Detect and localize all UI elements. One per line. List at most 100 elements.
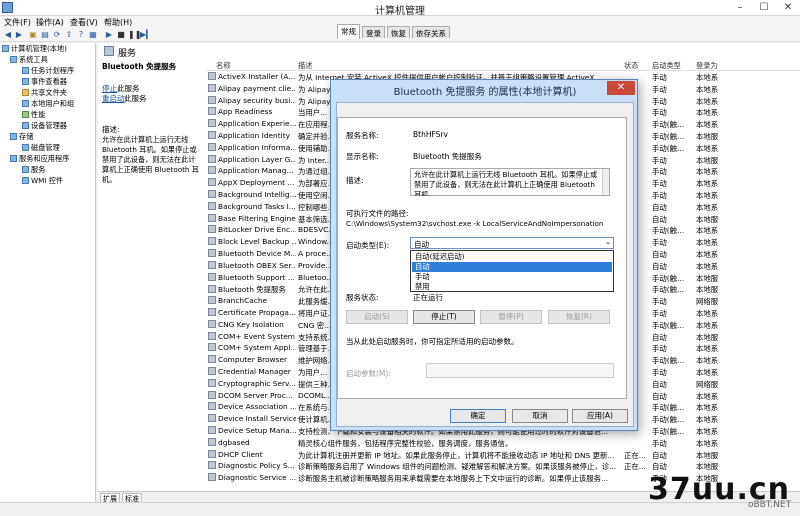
tree-item-disk-management[interactable]: 磁盘管理 xyxy=(22,143,60,153)
service-name: Application Layer G... xyxy=(208,155,296,164)
menu-help[interactable]: 帮助(H) xyxy=(104,17,132,28)
column-description[interactable]: 描述 xyxy=(298,61,312,71)
device-manager-icon xyxy=(22,122,29,129)
page-title: 服务 xyxy=(118,49,137,59)
ok-button[interactable]: 确定 xyxy=(450,409,506,423)
service-name: Background Tasks I... xyxy=(208,202,296,211)
tree-label: 设备管理器 xyxy=(31,121,67,130)
service-startup-type: 手动(触... xyxy=(652,427,685,436)
users-icon xyxy=(22,100,29,107)
service-startup-type: 手动 xyxy=(652,155,667,165)
service-logon-as: 本地系 xyxy=(696,226,719,236)
service-name: ActiveX Installer (A... xyxy=(208,72,296,81)
restart-service-link[interactable]: 重启动 xyxy=(102,93,125,104)
close-window-button[interactable]: ✕ xyxy=(776,0,800,16)
tree-item-wmi[interactable]: WMI 控件 xyxy=(22,176,63,186)
startup-option-manual[interactable]: 手动 xyxy=(412,272,612,282)
tree-item-performance[interactable]: 性能 xyxy=(22,110,45,120)
startup-type-select[interactable]: 自动 ⌄ xyxy=(410,237,614,249)
help-icon[interactable]: ? xyxy=(76,30,86,40)
tree-label: 任务计划程序 xyxy=(31,66,75,75)
service-name: Block Level Backup ... xyxy=(208,237,296,246)
service-logon-as: 本地系 xyxy=(696,309,719,318)
show-tree-icon[interactable]: ▤ xyxy=(40,30,50,40)
tree-item-event-viewer[interactable]: 事件查看器 xyxy=(22,77,67,87)
service-logon-as: 本地系 xyxy=(696,108,719,118)
service-name: Application Manag... xyxy=(208,166,296,175)
export-icon[interactable]: ⇪ xyxy=(64,30,74,40)
service-name: Application Identity xyxy=(208,131,296,140)
properties-icon[interactable]: ▦ xyxy=(88,30,98,40)
restart-service-icon[interactable]: ▶▎ xyxy=(140,30,152,40)
tree-item-computer-management[interactable]: 计算机管理(本地) xyxy=(2,44,67,54)
display-name-value: Bluetooth 免提服务 xyxy=(413,152,482,161)
startup-type-label: 启动类型(E): xyxy=(346,241,390,250)
stop-service-icon[interactable]: ■ xyxy=(116,30,126,40)
service-logon-as: 本地服 xyxy=(696,285,719,295)
forward-icon[interactable]: ▶ xyxy=(14,30,24,40)
column-status[interactable]: 状态 xyxy=(624,61,638,71)
service-startup-type: 手动 xyxy=(652,84,667,94)
pause-service-icon[interactable]: ❚❚ xyxy=(128,30,141,40)
start-params-input[interactable] xyxy=(426,363,614,378)
tree-item-local-users[interactable]: 本地用户和组 xyxy=(22,99,74,109)
tree-item-task-scheduler[interactable]: 任务计划程序 xyxy=(22,66,74,76)
display-name-label: 显示名称: xyxy=(346,152,379,161)
service-startup-type: 自动 xyxy=(652,379,667,389)
tree-item-services-apps[interactable]: 服务和应用程序 xyxy=(10,154,69,164)
apply-button[interactable]: 应用(A) xyxy=(572,409,628,423)
dialog-description-box[interactable]: 允许在此计算机上运行无线 Bluetooth 耳机。如果停止或禁用了此设备，则无… xyxy=(410,168,610,196)
column-logon-as[interactable]: 登录为 xyxy=(696,61,718,71)
menu-action[interactable]: 操作(A) xyxy=(36,17,64,28)
folder-icon xyxy=(22,89,29,96)
service-startup-type: 手动(触... xyxy=(652,143,685,153)
tree-item-system-tools[interactable]: 系统工具 xyxy=(10,55,48,65)
performance-icon xyxy=(22,111,29,118)
back-icon[interactable]: ◀ xyxy=(3,30,13,40)
refresh-icon[interactable]: ⟳ xyxy=(52,30,62,40)
service-status-label: 服务状态: xyxy=(346,293,379,302)
startup-option-disabled[interactable]: 禁用 xyxy=(412,282,612,292)
folder-up-icon[interactable]: ▣ xyxy=(28,30,38,40)
resume-button[interactable]: 恢复(R) xyxy=(548,310,610,324)
menu-file[interactable]: 文件(F) xyxy=(4,17,31,28)
tree-item-services[interactable]: 服务 xyxy=(22,165,45,175)
service-logon-as: 本地服 xyxy=(696,132,719,141)
service-logon-as: 本地系 xyxy=(696,73,719,82)
minimize-button[interactable]: – xyxy=(728,0,752,16)
description-scrollbar[interactable] xyxy=(602,169,609,195)
service-startup-type: 自动 xyxy=(652,202,667,212)
column-name[interactable]: 名称 xyxy=(216,61,230,71)
event-viewer-icon xyxy=(22,78,29,85)
startup-option-auto[interactable]: 自动 xyxy=(412,262,612,272)
tab-logon[interactable]: 登录 xyxy=(362,26,385,38)
service-description: 诊断策略服务启用了 Windows 组件的问题检测、疑难解答和解决方案。如果该服… xyxy=(298,462,617,472)
startup-option-delayed[interactable]: 自动(延迟启动) xyxy=(412,252,612,262)
maximize-button[interactable]: ☐ xyxy=(752,0,776,16)
service-startup-type: 自动 xyxy=(652,214,667,224)
dialog-description-label: 描述: xyxy=(346,176,364,185)
tab-recovery[interactable]: 恢复 xyxy=(387,26,410,38)
column-startup-type[interactable]: 启动类型 xyxy=(652,61,681,71)
service-name: Credential Manager xyxy=(208,367,296,376)
cancel-button[interactable]: 取消 xyxy=(512,409,568,423)
service-startup-type: 手动(触... xyxy=(652,320,685,330)
service-name: Base Filtering Engine xyxy=(208,214,296,223)
pause-button[interactable]: 暂停(P) xyxy=(480,310,542,324)
menu-view[interactable]: 查看(V) xyxy=(70,17,98,28)
service-row[interactable]: dgbased 精灵核心组件服务，包括程序完整性校验，服务调度，服务通信。 手动 本地… xyxy=(206,437,800,449)
tree-item-device-manager[interactable]: 设备管理器 xyxy=(22,121,67,131)
service-startup-type: 手动 xyxy=(652,167,667,177)
tab-dependencies[interactable]: 依存关系 xyxy=(412,26,450,38)
tree-item-shared-folders[interactable]: 共享文件夹 xyxy=(22,88,67,98)
service-row[interactable]: DHCP Client 为此计算机注册并更新 IP 地址。如果此服务停止，计算机将… xyxy=(206,449,800,461)
tree-item-storage[interactable]: 存储 xyxy=(10,132,33,142)
stop-button[interactable]: 停止(T) xyxy=(413,310,475,324)
service-row[interactable]: Diagnostic Policy S... 诊断策略服务启用了 Windows … xyxy=(206,460,800,472)
service-startup-type: 手动(触... xyxy=(652,415,685,425)
start-button[interactable]: 启动(S) xyxy=(346,310,408,324)
start-service-icon[interactable]: ▶ xyxy=(104,30,114,40)
tab-general[interactable]: 常规 xyxy=(337,24,360,39)
service-name: Bluetooth OBEX Ser... xyxy=(208,261,296,270)
dialog-close-button[interactable]: ✕ xyxy=(607,81,635,95)
